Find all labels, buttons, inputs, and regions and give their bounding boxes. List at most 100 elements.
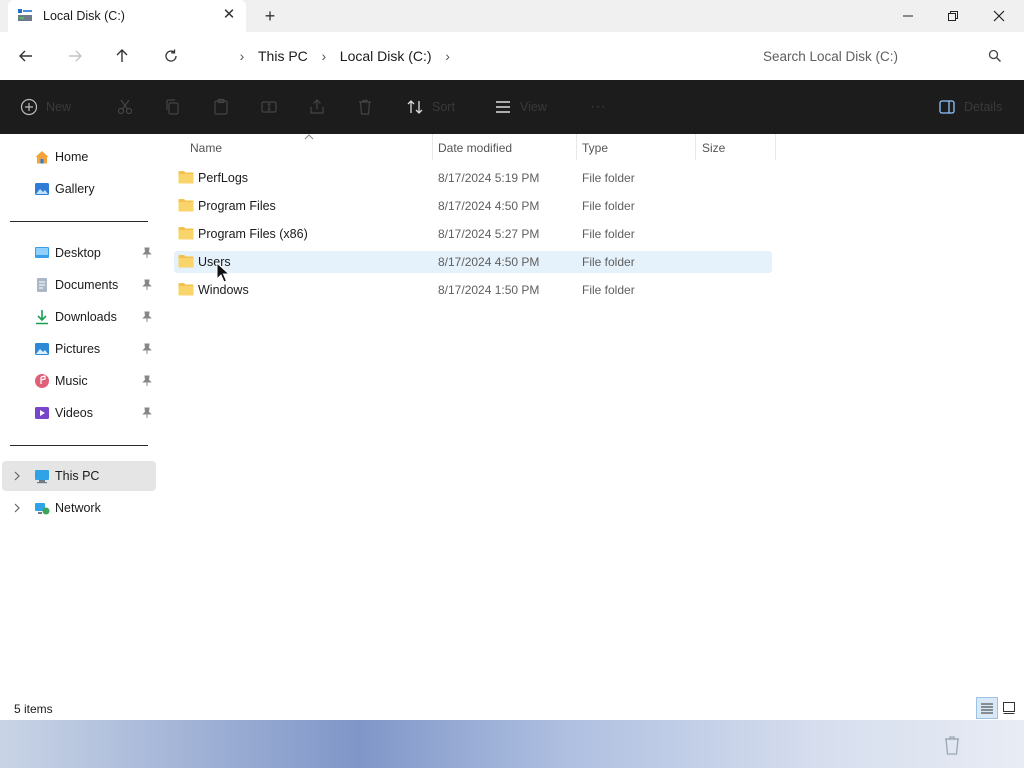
details-label: Details	[964, 100, 1003, 114]
details-view-button[interactable]	[976, 697, 998, 719]
sort-label: Sort	[432, 100, 455, 114]
file-date-modified: 8/17/2024 1:50 PM	[438, 283, 540, 297]
new-label: New	[46, 100, 72, 114]
sidebar-item-videos[interactable]: Videos	[2, 398, 156, 428]
refresh-button[interactable]	[159, 44, 183, 68]
sidebar-item-label: This PC	[55, 469, 100, 483]
sidebar-item-this-pc[interactable]: This PC	[2, 461, 156, 491]
search-icon	[988, 49, 1001, 62]
file-type: File folder	[582, 255, 635, 269]
folder-icon	[178, 255, 194, 268]
scissors-icon	[117, 99, 133, 115]
minimize-button[interactable]	[885, 0, 931, 32]
delete-button[interactable]	[356, 96, 374, 118]
sidebar-divider	[10, 221, 148, 222]
folder-icon	[178, 199, 194, 212]
file-date-modified: 8/17/2024 5:19 PM	[438, 171, 540, 185]
sort-button[interactable]: Sort	[406, 96, 455, 118]
sidebar-item-label: Music	[55, 374, 88, 388]
drive-icon	[18, 9, 32, 21]
column-header-type[interactable]: Type	[576, 134, 696, 160]
rename-icon	[261, 101, 277, 113]
tiles-view-button[interactable]	[998, 697, 1020, 719]
close-window-button[interactable]	[976, 0, 1022, 32]
sidebar-item-desktop[interactable]: Desktop	[2, 238, 156, 268]
address-bar[interactable]: › This PC › Local Disk (C:) ›	[200, 40, 734, 72]
chevron-right-icon[interactable]	[12, 470, 22, 482]
downloads-icon	[36, 310, 48, 325]
clipboard-icon	[214, 98, 228, 115]
breadcrumb-this-pc[interactable]: This PC	[252, 48, 314, 64]
sidebar-item-downloads[interactable]: Downloads	[2, 302, 156, 332]
sidebar-item-pictures[interactable]: Pictures	[2, 334, 156, 364]
column-header-label: Size	[702, 141, 726, 155]
sidebar-item-label: Home	[55, 150, 89, 164]
folder-icon	[178, 283, 194, 296]
recycle-bin-icon[interactable]	[942, 734, 962, 756]
close-icon	[993, 10, 1005, 22]
pin-icon[interactable]	[142, 375, 152, 387]
paste-button[interactable]	[212, 96, 230, 118]
refresh-icon	[165, 49, 177, 62]
sidebar-item-label: Videos	[55, 406, 93, 420]
view-list-icon	[496, 101, 510, 113]
chevron-right-icon[interactable]	[12, 502, 22, 514]
sidebar-item-home[interactable]: Home	[2, 142, 156, 172]
column-header-name[interactable]: Name	[174, 134, 432, 160]
file-row-windows[interactable]: Windows 8/17/2024 1:50 PM File folder	[174, 279, 772, 301]
close-tab-button[interactable]: ✕	[220, 6, 238, 24]
chevron-right-icon[interactable]: ›	[438, 48, 458, 64]
pin-icon[interactable]	[142, 343, 152, 355]
navigation-pane: Home Gallery Desktop Documents Downloads	[0, 134, 160, 696]
share-button[interactable]	[308, 96, 326, 118]
file-row-users[interactable]: Users 8/17/2024 4:50 PM File folder	[174, 251, 772, 273]
sidebar-divider	[10, 445, 148, 446]
maximize-button[interactable]	[930, 0, 976, 32]
sidebar-item-gallery[interactable]: Gallery	[2, 174, 156, 204]
home-icon	[35, 151, 49, 164]
tab-local-disk[interactable]: Local Disk (C:) ✕	[8, 0, 246, 32]
view-button[interactable]: View	[494, 96, 547, 118]
pin-icon[interactable]	[142, 279, 152, 291]
file-row-perflogs[interactable]: PerfLogs 8/17/2024 5:19 PM File folder	[174, 167, 772, 189]
column-header-date-modified[interactable]: Date modified	[432, 134, 576, 160]
details-view-icon	[981, 703, 993, 714]
forward-button[interactable]	[63, 44, 87, 68]
command-bar: New Sort View ··· Details	[0, 80, 1024, 134]
item-count: 5 items	[14, 702, 53, 716]
this-pc-icon[interactable]	[208, 46, 232, 66]
sidebar-item-documents[interactable]: Documents	[2, 270, 156, 300]
column-header-size[interactable]: Size	[696, 134, 776, 160]
chevron-right-icon[interactable]: ›	[314, 48, 334, 64]
gallery-icon	[35, 183, 49, 195]
pin-icon[interactable]	[142, 311, 152, 323]
back-button[interactable]	[14, 44, 38, 68]
file-row-program-files[interactable]: Program Files 8/17/2024 4:50 PM File fol…	[174, 195, 772, 217]
rename-button[interactable]	[260, 96, 278, 118]
up-button[interactable]	[110, 44, 134, 68]
cut-button[interactable]	[116, 96, 134, 118]
copy-button[interactable]	[164, 96, 182, 118]
sidebar-item-music[interactable]: Music	[2, 366, 156, 396]
details-pane-button[interactable]: Details	[938, 96, 1002, 118]
column-header-label: Type	[582, 141, 609, 155]
breadcrumb-local-disk[interactable]: Local Disk (C:)	[334, 48, 438, 64]
pin-icon[interactable]	[142, 407, 152, 419]
tiles-view-icon	[1003, 702, 1015, 714]
chevron-right-icon[interactable]: ›	[232, 48, 252, 64]
mouse-cursor-icon	[216, 262, 230, 283]
file-date-modified: 8/17/2024 5:27 PM	[438, 227, 540, 241]
sidebar-item-network[interactable]: Network	[2, 493, 156, 523]
search-input[interactable]: Search Local Disk (C:)	[748, 40, 1014, 72]
new-tab-button[interactable]: +	[260, 6, 280, 26]
file-type: File folder	[582, 227, 635, 241]
more-options-button[interactable]: ···	[590, 96, 606, 118]
file-row-program-files-x86[interactable]: Program Files (x86) 8/17/2024 5:27 PM Fi…	[174, 223, 772, 245]
title-bar: Local Disk (C:) ✕ +	[0, 0, 1024, 32]
column-separator[interactable]	[775, 134, 776, 160]
pin-icon[interactable]	[142, 247, 152, 259]
folder-icon	[178, 227, 194, 240]
new-button[interactable]: New	[20, 96, 71, 118]
file-name: Program Files	[198, 199, 276, 213]
file-type: File folder	[582, 283, 635, 297]
